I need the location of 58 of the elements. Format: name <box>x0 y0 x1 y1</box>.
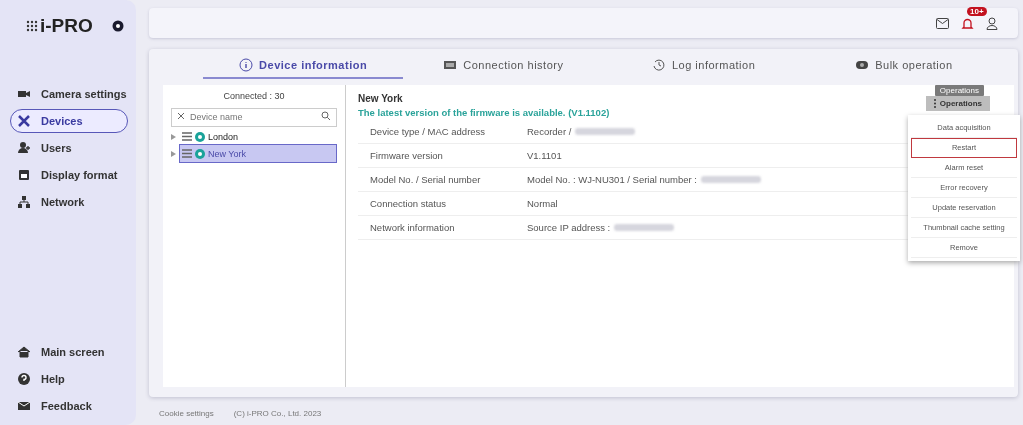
field-label: Network information <box>370 222 456 233</box>
expand-caret-icon <box>171 150 176 157</box>
tab[interactable]: Bulk operation <box>803 53 1004 79</box>
user-add-icon <box>17 141 31 155</box>
recorder-icon <box>182 132 192 141</box>
status-dot-icon <box>195 131 205 142</box>
field-value: Normal <box>527 198 558 209</box>
sidebar-item[interactable]: Devices <box>10 109 128 133</box>
sidebar-item[interactable]: Display format <box>10 163 128 187</box>
search-field[interactable]: Device name <box>171 107 337 127</box>
sidebar-item[interactable]: Feedback <box>10 394 128 418</box>
field-value: Model No. : WJ-NU301 / Serial number : <box>527 174 697 185</box>
sidebar-item[interactable]: Network <box>10 190 128 214</box>
more-vertical-icon <box>933 99 936 108</box>
tab[interactable]: Device information <box>203 53 404 79</box>
sidebar-item[interactable]: Camera settings <box>10 82 128 106</box>
home-icon <box>17 345 31 359</box>
help-icon <box>17 372 31 386</box>
field-value: Recorder / <box>527 126 572 137</box>
sidebar-item[interactable]: Help <box>10 367 128 391</box>
status-dot-icon <box>195 148 205 159</box>
operations-button[interactable]: Operations <box>925 96 990 111</box>
expand-caret-icon <box>171 133 176 140</box>
connected-count: Connected : 30 <box>222 91 286 101</box>
network-icon <box>17 195 31 209</box>
list-card-icon <box>443 58 458 72</box>
device-tree-item[interactable]: London <box>179 127 337 146</box>
field-label: Device type / MAC address <box>370 126 487 137</box>
field-value: V1.1101 <box>527 150 562 161</box>
user-icon <box>986 16 998 30</box>
close-icon <box>177 111 185 120</box>
field-label: Model No. / Serial number <box>370 174 482 185</box>
logo-dots-icon <box>26 19 38 33</box>
sidebar-item[interactable]: Users <box>10 136 128 160</box>
info-icon <box>239 58 254 72</box>
tooltip: Operations <box>934 85 984 96</box>
field-value: Source IP address : <box>527 222 611 233</box>
recorder-icon <box>182 149 192 158</box>
search-icon <box>321 111 331 121</box>
mail-icon <box>936 17 949 29</box>
collapse-circle-icon <box>112 20 124 32</box>
bell-icon <box>961 16 974 30</box>
tab[interactable]: Connection history <box>403 53 604 79</box>
device-title: New York <box>358 93 403 104</box>
device-tree-item[interactable]: New York <box>179 144 337 163</box>
firmware-notice: The latest version of the firmware is available. (V1.1102) <box>358 107 610 118</box>
toggle-icon <box>855 58 870 72</box>
logo-text: i-PRO <box>40 15 93 37</box>
notification-badge: 10+ <box>967 6 987 16</box>
mail-icon <box>17 399 31 413</box>
footer-link[interactable]: Cookie settings <box>159 409 214 418</box>
tab[interactable]: Log information <box>603 53 804 79</box>
field-label: Connection status <box>370 198 448 209</box>
sidebar-item[interactable]: Main screen <box>10 340 128 364</box>
field-label: Firmware version <box>370 150 444 161</box>
calendar-icon <box>17 168 31 182</box>
history-icon <box>651 58 666 72</box>
footer-link[interactable]: (C) i-PRO Co., Ltd. 2023 <box>233 409 322 418</box>
